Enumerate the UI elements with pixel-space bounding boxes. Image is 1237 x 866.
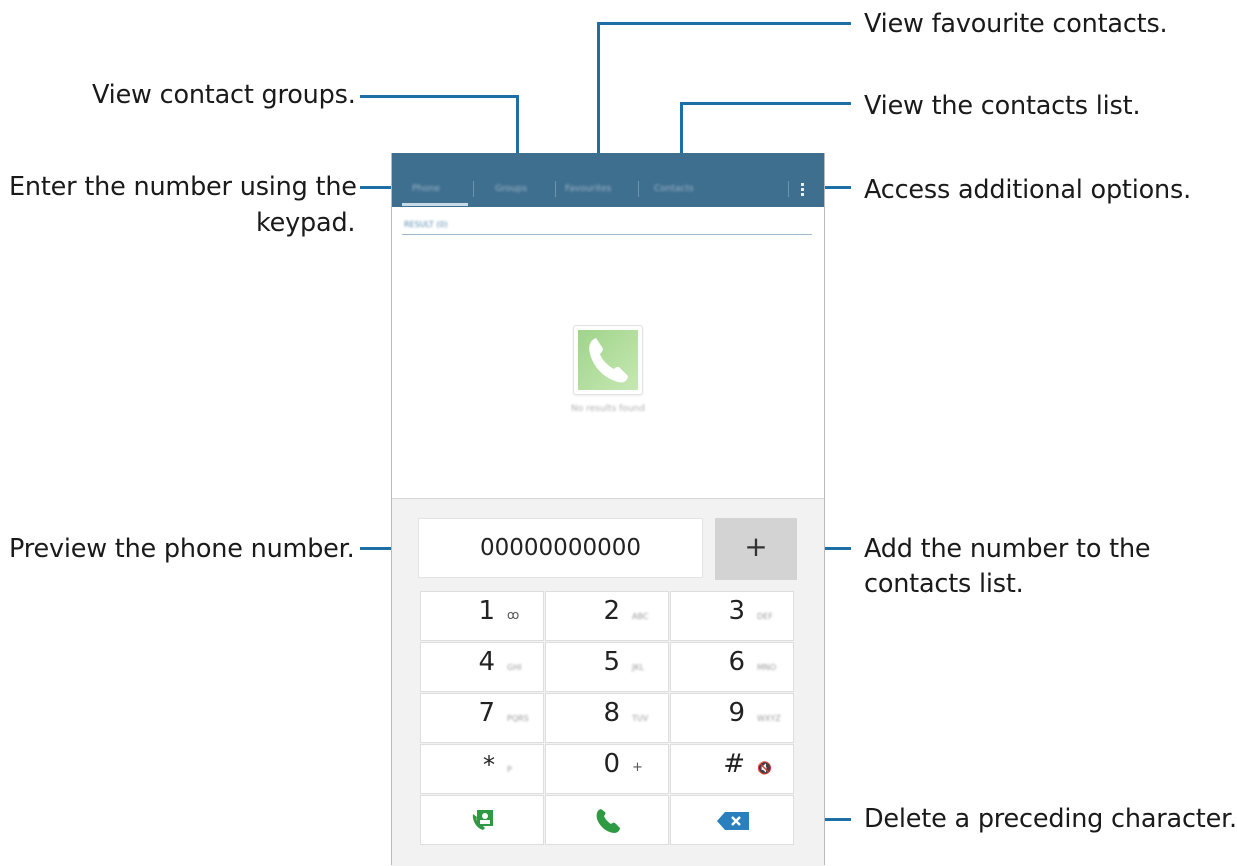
- contacts-shortcut-button[interactable]: [420, 795, 544, 845]
- phone-icon: [573, 325, 643, 395]
- contact-card-icon: [472, 810, 493, 830]
- key-letters: GHI: [507, 663, 522, 672]
- tab-divider: [555, 181, 556, 197]
- key-1[interactable]: 1 ꝏ: [420, 591, 544, 641]
- callout-line: [360, 95, 518, 98]
- key-letters: JKL: [632, 663, 645, 672]
- key-letters: ABC: [632, 612, 649, 621]
- voicemail-icon: ꝏ: [507, 608, 520, 622]
- callout-enter-number-line1: Enter the number using the: [9, 172, 357, 202]
- key-digit: *: [483, 751, 495, 779]
- key-digit: 7: [478, 698, 495, 728]
- callout-delete-char: Delete a preceding character.: [864, 804, 1237, 834]
- callout-groups: View contact groups.: [92, 80, 356, 110]
- key-letters: +: [632, 760, 643, 775]
- callout-line: [680, 102, 851, 105]
- divider: [402, 234, 812, 235]
- delete-button[interactable]: [670, 795, 794, 845]
- empty-state-text: No results found: [571, 404, 645, 414]
- key-digit: 5: [603, 647, 620, 677]
- key-letters: WXYZ: [757, 714, 781, 723]
- key-5[interactable]: 5 JKL: [545, 642, 669, 692]
- key-8[interactable]: 8 TUV: [545, 693, 669, 743]
- key-0[interactable]: 0 +: [545, 744, 669, 794]
- add-to-contacts-button[interactable]: +: [715, 518, 797, 580]
- callout-enter-number-line2: keypad.: [256, 208, 356, 238]
- key-star[interactable]: * P: [420, 744, 544, 794]
- selected-tab-indicator: [402, 203, 468, 206]
- tab-divider: [638, 181, 639, 197]
- mute-icon: 🔇: [757, 761, 772, 775]
- call-button[interactable]: [545, 795, 669, 845]
- results-header: RESULT (0): [404, 220, 448, 229]
- callout-add-number-line1: Add the number to the: [864, 534, 1151, 564]
- phone-screen: Phone Groups Favourites Contacts RESULT …: [391, 153, 825, 866]
- key-letters: TUV: [632, 714, 649, 723]
- callout-line: [597, 22, 851, 25]
- key-digit: 6: [728, 647, 745, 677]
- more-options-icon[interactable]: [801, 183, 805, 197]
- key-letters: P: [507, 765, 512, 774]
- tab-phone[interactable]: Phone: [412, 184, 440, 194]
- key-digit: 0: [603, 749, 620, 779]
- key-digit: 9: [728, 698, 745, 728]
- key-2[interactable]: 2 ABC: [545, 591, 669, 641]
- key-hash[interactable]: # 🔇: [670, 744, 794, 794]
- callout-add-number-line2: contacts list.: [864, 569, 1024, 599]
- callout-preview-number: Preview the phone number.: [9, 534, 355, 564]
- key-3[interactable]: 3 DEF: [670, 591, 794, 641]
- tab-divider: [788, 181, 789, 197]
- phone-call-icon: [596, 809, 620, 833]
- key-digit: 4: [478, 647, 495, 677]
- key-letters: DEF: [757, 612, 773, 621]
- callout-contacts-list: View the contacts list.: [864, 91, 1141, 121]
- key-digit: 3: [728, 596, 745, 626]
- key-6[interactable]: 6 MNO: [670, 642, 794, 692]
- callout-additional-options: Access additional options.: [864, 175, 1191, 205]
- backspace-icon: [717, 812, 749, 830]
- key-digit: #: [723, 749, 745, 779]
- key-digit: 2: [603, 596, 620, 626]
- callout-favourites: View favourite contacts.: [864, 9, 1168, 39]
- tab-contacts[interactable]: Contacts: [654, 184, 694, 194]
- phone-number-field[interactable]: 00000000000: [418, 518, 703, 578]
- dialer-panel: 00000000000 + 1 ꝏ 2 ABC 3 DEF 4 GHI 5 JK…: [392, 498, 824, 866]
- key-7[interactable]: 7 PQRS: [420, 693, 544, 743]
- key-letters: PQRS: [507, 714, 529, 723]
- tab-groups[interactable]: Groups: [495, 184, 527, 194]
- tab-bar: Phone Groups Favourites Contacts: [392, 153, 824, 207]
- tab-favourites[interactable]: Favourites: [565, 184, 611, 194]
- keypad: 1 ꝏ 2 ABC 3 DEF 4 GHI 5 JKL 6 MNO 7 PQRS…: [420, 591, 796, 866]
- key-digit: 8: [603, 698, 620, 728]
- key-letters: MNO: [757, 663, 777, 672]
- key-4[interactable]: 4 GHI: [420, 642, 544, 692]
- tab-divider: [473, 181, 474, 197]
- key-digit: 1: [478, 596, 495, 626]
- key-9[interactable]: 9 WXYZ: [670, 693, 794, 743]
